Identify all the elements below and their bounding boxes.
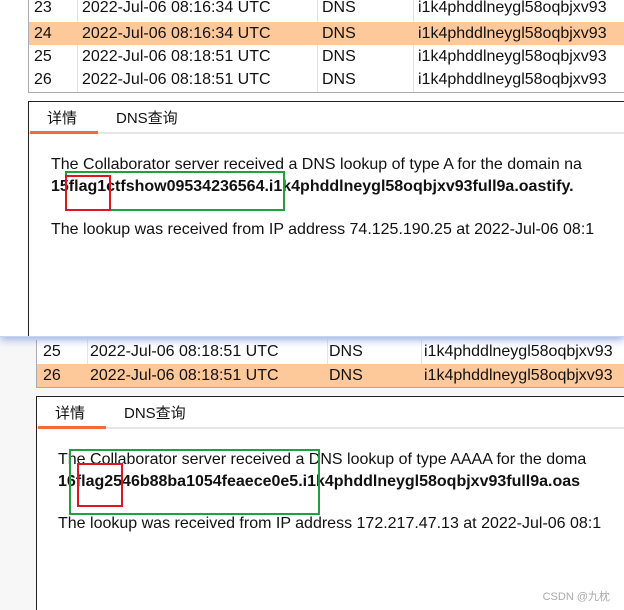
row-payload: i1k4phddlneygl58oqbjxv93: [418, 25, 607, 42]
row-type: DNS: [322, 25, 356, 42]
row-time: 2022-Jul-06 08:16:34 UTC: [82, 25, 271, 42]
table-row[interactable]: 25 2022-Jul-06 08:18:51 UTC DNS i1k4phdd…: [29, 45, 624, 68]
row-number: 25: [34, 48, 52, 65]
screenshot-1: 23 2022-Jul-06 08:16:34 UTC DNS i1k4phdd…: [0, 0, 624, 337]
table-row[interactable]: 25 2022-Jul-06 08:18:51 UTC DNS i1k4phdd…: [37, 340, 624, 363]
detail-description: The Collaborator server received a DNS l…: [58, 451, 587, 468]
detail-description: The Collaborator server received a DNS l…: [51, 156, 582, 173]
detail-domain: 16flag2546b88ba1054feaece0e5.i1k4phddlne…: [58, 473, 581, 490]
watermark: CSDN @九枕: [542, 591, 610, 603]
row-payload: i1k4phddlneygl58oqbjxv93: [424, 367, 613, 384]
row-payload: i1k4phddlneygl58oqbjxv93: [418, 0, 607, 16]
row-number: 23: [34, 0, 52, 16]
row-type: DNS: [322, 0, 356, 16]
tab-details[interactable]: 详情: [55, 402, 85, 423]
table-row-selected[interactable]: 24 2022-Jul-06 08:16:34 UTC DNS i1k4phdd…: [29, 22, 624, 45]
row-type: DNS: [322, 71, 356, 88]
tab-dns-query[interactable]: DNS查询: [124, 402, 186, 423]
detail-source-ip: The lookup was received from IP address …: [58, 515, 602, 532]
row-payload: i1k4phddlneygl58oqbjxv93: [418, 48, 607, 65]
row-payload: i1k4phddlneygl58oqbjxv93: [424, 343, 613, 360]
detail-panel: 详情 DNS查询 The Collaborator server receive…: [28, 101, 624, 336]
tab-dns-query[interactable]: DNS查询: [116, 107, 178, 128]
row-number: 26: [34, 71, 52, 88]
interactions-table: 25 2022-Jul-06 08:18:51 UTC DNS i1k4phdd…: [36, 340, 624, 388]
active-tab-indicator: [38, 426, 106, 429]
detail-panel: 详情 DNS查询 The Collaborator server receive…: [36, 396, 624, 610]
detail-tabs: 详情 DNS查询: [37, 397, 624, 429]
row-payload: i1k4phddlneygl58oqbjxv93: [418, 71, 607, 88]
row-type: DNS: [322, 48, 356, 65]
row-time: 2022-Jul-06 08:18:51 UTC: [82, 48, 271, 65]
table-row[interactable]: 26 2022-Jul-06 08:18:51 UTC DNS i1k4phdd…: [29, 68, 624, 91]
detail-tabs: 详情 DNS查询: [29, 102, 624, 134]
row-number: 25: [43, 343, 61, 360]
screenshot-2: 25 2022-Jul-06 08:18:51 UTC DNS i1k4phdd…: [0, 330, 624, 610]
row-number: 24: [34, 25, 52, 42]
row-number: 26: [43, 367, 61, 384]
row-time: 2022-Jul-06 08:16:34 UTC: [82, 0, 271, 16]
row-time: 2022-Jul-06 08:18:51 UTC: [90, 367, 279, 384]
tab-details[interactable]: 详情: [47, 107, 77, 128]
active-tab-indicator: [30, 131, 98, 134]
interactions-table: 23 2022-Jul-06 08:16:34 UTC DNS i1k4phdd…: [28, 0, 624, 93]
table-row-selected[interactable]: 26 2022-Jul-06 08:18:51 UTC DNS i1k4phdd…: [37, 364, 624, 387]
row-type: DNS: [329, 343, 363, 360]
row-time: 2022-Jul-06 08:18:51 UTC: [82, 71, 271, 88]
detail-domain: 15flag1ctfshow09534236564.i1k4phddlneygl…: [51, 178, 574, 195]
row-time: 2022-Jul-06 08:18:51 UTC: [90, 343, 279, 360]
table-row[interactable]: 23 2022-Jul-06 08:16:34 UTC DNS i1k4phdd…: [29, 0, 624, 19]
detail-source-ip: The lookup was received from IP address …: [51, 221, 595, 238]
row-type: DNS: [329, 367, 363, 384]
